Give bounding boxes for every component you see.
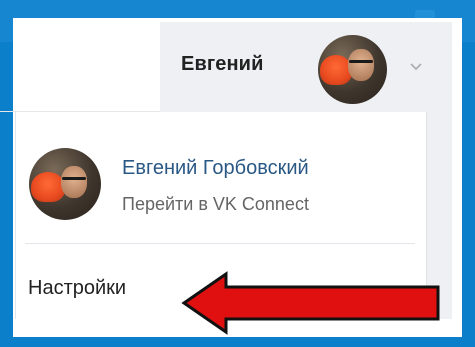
profile-full-name-link[interactable]: Евгений Горбовский bbox=[122, 157, 309, 180]
dropdown-avatar[interactable] bbox=[29, 148, 101, 220]
header-avatar[interactable] bbox=[318, 35, 387, 104]
chevron-down-icon[interactable] bbox=[410, 63, 422, 71]
settings-label[interactable]: Настройки bbox=[28, 277, 126, 300]
arrow-left-icon bbox=[181, 271, 440, 335]
menu-divider bbox=[25, 243, 415, 244]
vk-connect-link[interactable]: Перейти в VK Connect bbox=[122, 194, 309, 215]
header-username[interactable]: Евгений bbox=[181, 53, 263, 77]
